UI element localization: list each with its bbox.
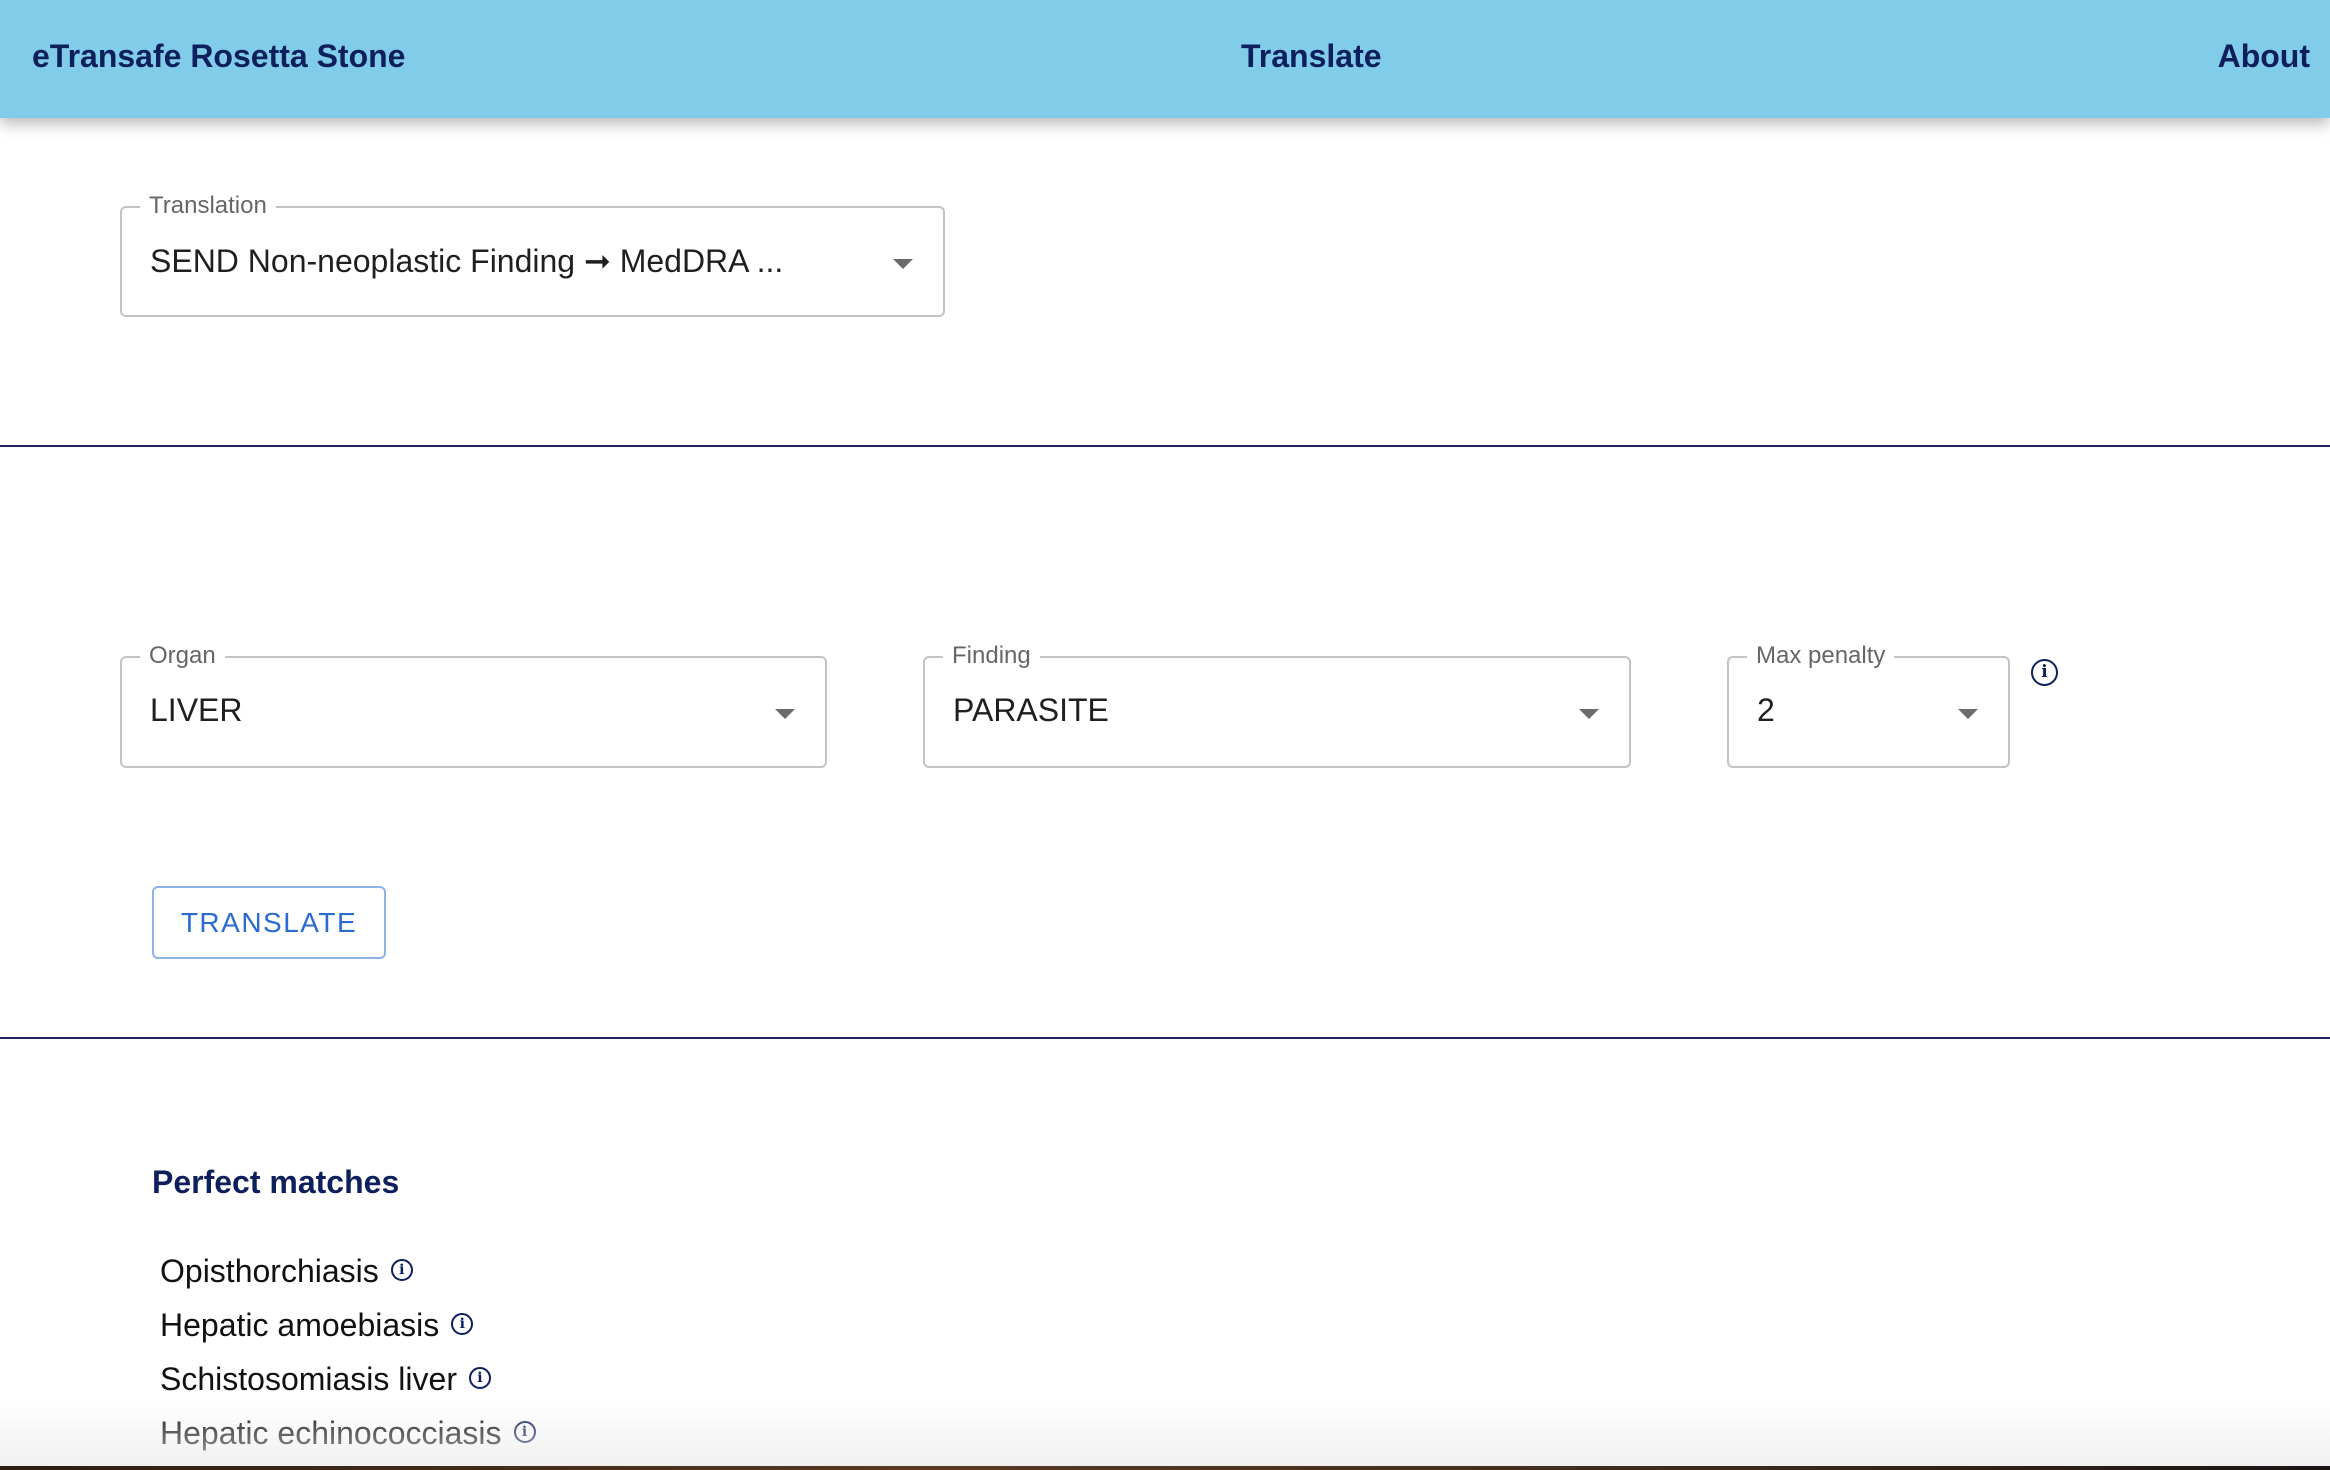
finding-value: PARASITE bbox=[953, 692, 1109, 728]
match-label: Hepatic amoebiasis bbox=[160, 1307, 440, 1343]
organ-label: Organ bbox=[140, 643, 225, 669]
match-label: Hepatic echinococciasis bbox=[160, 1415, 502, 1451]
match-list: Opisthorchiasis i Hepatic amoebiasis i Sch… bbox=[160, 1249, 536, 1465]
window-bottom-edge bbox=[0, 1466, 2330, 1470]
perfect-matches-heading: Perfect matches bbox=[152, 1164, 400, 1200]
section-divider bbox=[0, 1037, 2330, 1039]
translation-value: SEND Non-neoplastic Finding ➞ MedDRA ... bbox=[150, 243, 784, 279]
section-divider bbox=[0, 445, 2330, 447]
translation-select[interactable]: Translation SEND Non-neoplastic Finding … bbox=[120, 193, 945, 317]
page: eTransafe Rosetta Stone Translate About … bbox=[0, 0, 2330, 1470]
list-item: Opisthorchiasis i bbox=[160, 1249, 536, 1303]
max-penalty-select[interactable]: Max penalty 2 bbox=[1727, 643, 2010, 768]
brand-link[interactable]: eTransafe Rosetta Stone bbox=[32, 38, 405, 75]
translate-button[interactable]: TRANSLATE bbox=[152, 886, 386, 959]
chevron-down-icon bbox=[775, 709, 795, 719]
chevron-down-icon bbox=[1579, 709, 1599, 719]
info-icon[interactable]: i bbox=[2031, 659, 2058, 686]
translation-label: Translation bbox=[140, 193, 276, 219]
match-label: Schistosomiasis liver bbox=[160, 1361, 457, 1397]
info-icon[interactable]: i bbox=[468, 1367, 491, 1389]
info-icon[interactable]: i bbox=[513, 1421, 536, 1443]
match-label: Opisthorchiasis bbox=[160, 1253, 379, 1289]
organ-value: LIVER bbox=[150, 692, 243, 728]
max-penalty-label: Max penalty bbox=[1747, 643, 1895, 669]
max-penalty-value: 2 bbox=[1757, 692, 1775, 728]
finding-label: Finding bbox=[943, 643, 1040, 669]
info-icon[interactable]: i bbox=[451, 1313, 474, 1335]
finding-select[interactable]: Finding PARASITE bbox=[923, 643, 1631, 768]
chevron-down-icon bbox=[1958, 709, 1978, 719]
nav-translate-link[interactable]: Translate bbox=[1241, 38, 1382, 75]
chevron-down-icon bbox=[893, 259, 913, 269]
list-item: Schistosomiasis liver i bbox=[160, 1357, 536, 1411]
list-item: Hepatic amoebiasis i bbox=[160, 1303, 536, 1357]
organ-select[interactable]: Organ LIVER bbox=[120, 643, 827, 768]
list-item: Hepatic echinococciasis i bbox=[160, 1411, 536, 1465]
info-icon[interactable]: i bbox=[390, 1259, 413, 1281]
app-header: eTransafe Rosetta Stone Translate About bbox=[0, 0, 2330, 118]
nav-about-link[interactable]: About bbox=[2218, 38, 2310, 75]
